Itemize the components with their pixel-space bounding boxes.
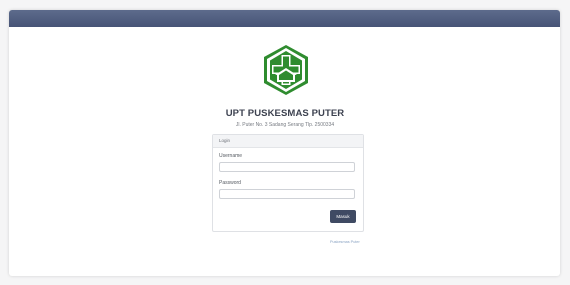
- username-label: Username: [219, 153, 243, 159]
- puskesmas-logo-icon: [262, 44, 310, 96]
- password-label: Password: [219, 180, 241, 186]
- password-input[interactable]: [219, 189, 355, 199]
- top-navbar: [9, 10, 560, 27]
- page-title: UPT PUSKESMAS PUTER: [225, 108, 345, 119]
- footer-link[interactable]: Puskesmas Puter: [330, 240, 360, 244]
- login-panel: Login Username Password Masuk: [212, 134, 364, 232]
- login-submit-button[interactable]: Masuk: [330, 210, 356, 223]
- username-input[interactable]: [219, 162, 355, 172]
- address-text: Jl. Puter No. 3 Sadang Serang Tlp. 25003…: [235, 122, 335, 128]
- login-panel-heading: Login: [213, 135, 363, 148]
